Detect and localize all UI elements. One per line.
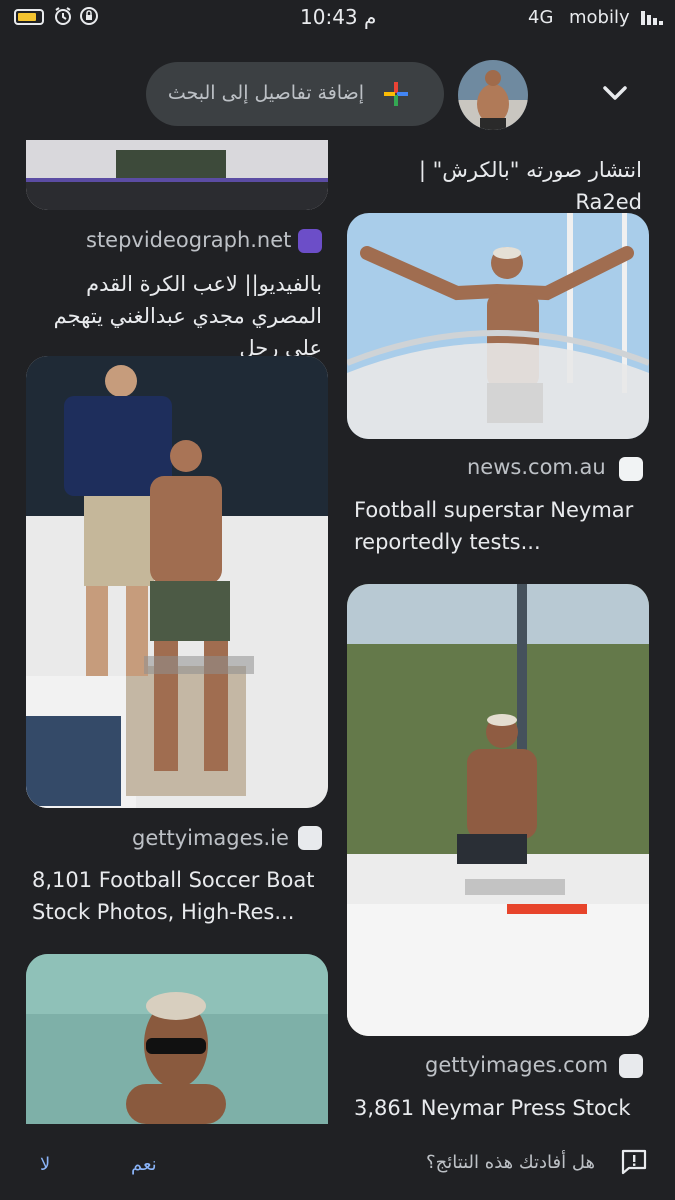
yes-button[interactable]: نعم	[131, 1154, 157, 1175]
result-source[interactable]: news.com.au	[467, 455, 606, 479]
rotation-lock-icon	[78, 6, 100, 28]
result-image[interactable]	[347, 584, 649, 1036]
result-title[interactable]: Football superstar Neymar reportedly tes…	[354, 494, 646, 558]
feedback-bar: لا نعم هل أفادتك هذه النتائج؟	[0, 1128, 675, 1200]
status-bar: 10:43 م 4G mobily	[0, 0, 675, 36]
stepvideograph-favicon-icon	[298, 229, 322, 253]
result-image[interactable]	[347, 213, 649, 439]
result-source[interactable]: gettyimages.ie	[132, 826, 289, 850]
result-title[interactable]: 8,101 Football Soccer Boat Stock Photos,…	[32, 864, 328, 928]
result-source[interactable]: gettyimages.com	[425, 1053, 608, 1077]
carrier-name: mobily	[569, 7, 630, 28]
feedback-icon[interactable]	[620, 1148, 648, 1176]
google-plus-icon	[384, 82, 408, 106]
alarm-icon	[52, 6, 74, 28]
result-title[interactable]: بالفيديو|| لاعب الكرة القدم المصري مجدي …	[26, 268, 322, 364]
search-placeholder: إضافة تفاصيل إلى البحث	[167, 82, 364, 104]
gettyimages-favicon-icon	[298, 826, 322, 850]
feedback-question: هل أفادتك هذه النتائج؟	[426, 1152, 595, 1173]
chevron-down-icon[interactable]	[600, 78, 630, 108]
result-title[interactable]: 3,861 Neymar Press Stock	[354, 1092, 646, 1124]
battery-icon	[14, 9, 44, 25]
news-favicon-icon	[619, 457, 643, 481]
result-image[interactable]	[26, 140, 328, 210]
clock: 10:43 م	[300, 5, 377, 29]
search-image-thumbnail[interactable]	[458, 60, 528, 130]
result-source[interactable]: stepvideograph.net	[86, 228, 291, 252]
result-title[interactable]: انتشار صورته "بالكرش" | Ra2ed	[350, 154, 642, 218]
result-image[interactable]	[26, 356, 328, 808]
no-button[interactable]: لا	[40, 1154, 50, 1175]
signal-icon	[641, 11, 663, 25]
result-image[interactable]	[26, 954, 328, 1124]
gettyimages-favicon-icon	[619, 1054, 643, 1078]
network-type: 4G	[528, 7, 554, 28]
refine-search-input[interactable]: إضافة تفاصيل إلى البحث	[146, 62, 444, 126]
